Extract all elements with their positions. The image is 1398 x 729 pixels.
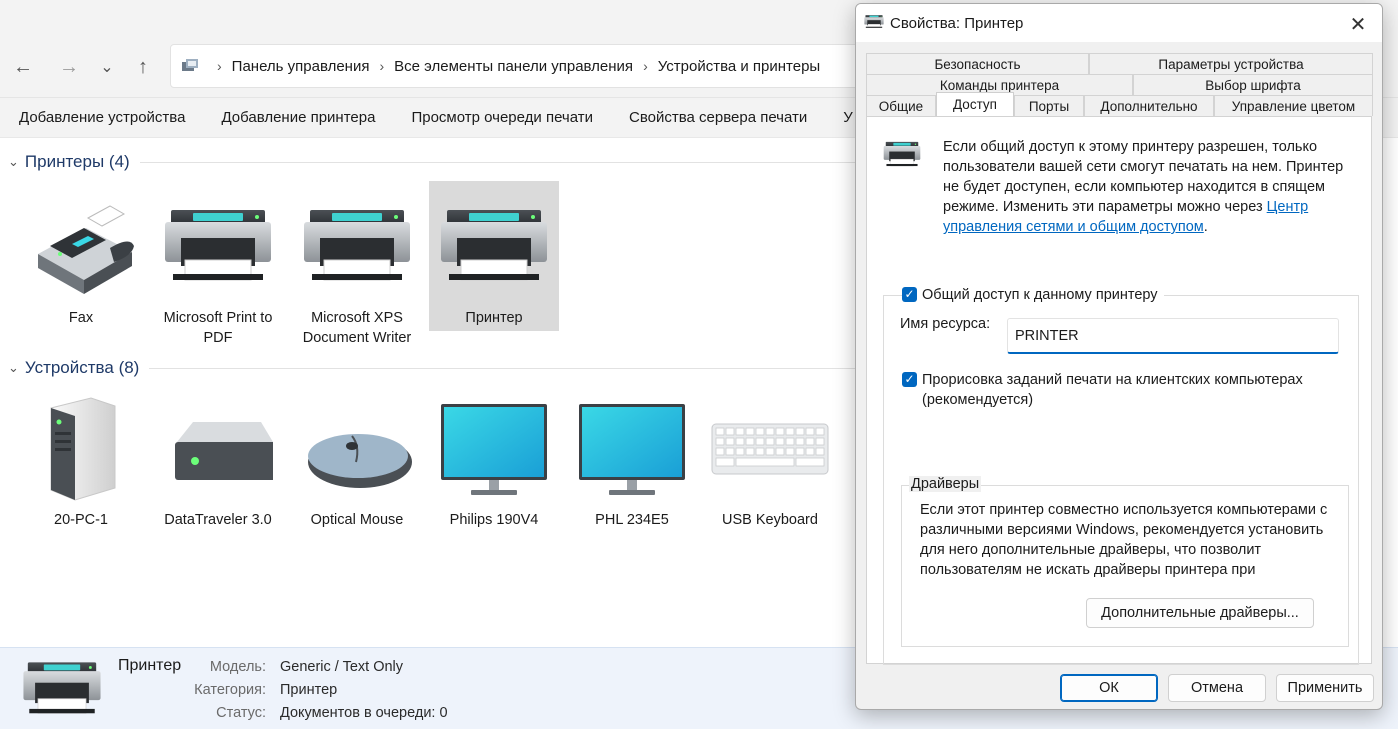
device-item-microsoft-print-to-pdf[interactable]: Microsoft Print to PDF bbox=[153, 182, 283, 346]
device-label: Принтер bbox=[465, 310, 523, 326]
monitor-icon bbox=[441, 404, 547, 495]
fax-icon bbox=[38, 205, 134, 294]
tab-row-1: Безопасность Параметры устройства bbox=[866, 53, 1373, 74]
breadcrumb-separator: › bbox=[379, 58, 385, 74]
drivers-description: Если этот принтер совместно используется… bbox=[920, 502, 1328, 586]
device-item-usb-keyboard[interactable]: USB Keyboard bbox=[705, 392, 835, 534]
devices-group-header[interactable]: ⌄ Устройства (8) bbox=[8, 358, 908, 378]
apply-button[interactable]: Применить bbox=[1276, 674, 1374, 702]
tab-sharing[interactable]: Доступ bbox=[936, 92, 1014, 116]
keyboard-icon bbox=[711, 423, 829, 475]
device-label: Optical Mouse bbox=[310, 512, 404, 528]
tab-row-3: Общие Доступ Порты Дополнительно Управле… bbox=[866, 92, 1373, 116]
truncated-command-button[interactable]: У bbox=[843, 109, 853, 126]
printers-group-header[interactable]: ⌄ Принтеры (4) bbox=[8, 152, 908, 172]
print-queue-button[interactable]: Просмотр очереди печати bbox=[411, 109, 593, 126]
sharing-intro-end: . bbox=[1203, 219, 1208, 235]
device-label: Philips 190V4 bbox=[449, 512, 539, 528]
mouse-icon bbox=[308, 434, 412, 488]
breadcrumb-separator: › bbox=[217, 58, 222, 74]
breadcrumb-control-panel[interactable]: Панель управления bbox=[232, 58, 370, 75]
printer-icon bbox=[302, 208, 412, 288]
details-status-label: Статус: bbox=[216, 705, 266, 721]
dialog-title: Свойства: Принтер bbox=[890, 14, 1024, 32]
address-bar[interactable]: › Панель управления › Все элементы панел… bbox=[170, 44, 870, 88]
share-printer-checkbox[interactable]: ✓ Общий доступ к данному принтеру bbox=[902, 285, 1164, 305]
cancel-button[interactable]: Отмена bbox=[1168, 674, 1266, 702]
sharing-intro: Если общий доступ к этому принтеру разре… bbox=[943, 137, 1353, 237]
device-label: Fax bbox=[68, 310, 94, 326]
details-category-label: Категория: bbox=[194, 682, 266, 698]
details-model-value: Generic / Text Only bbox=[280, 659, 404, 675]
tab-color-management[interactable]: Управление цветом bbox=[1214, 95, 1373, 116]
printer-icon bbox=[22, 660, 102, 720]
up-icon[interactable]: ↑ bbox=[128, 52, 158, 82]
details-category-value: Принтер bbox=[280, 682, 338, 698]
close-icon[interactable]: ✕ bbox=[1344, 10, 1372, 38]
computer-tower-icon bbox=[50, 397, 116, 501]
chevron-down-icon: ⌄ bbox=[8, 154, 19, 169]
render-jobs-label: Прорисовка заданий печати на клиентских … bbox=[922, 372, 1303, 408]
tab-advanced[interactable]: Дополнительно bbox=[1084, 95, 1214, 116]
details-model-label: Модель: bbox=[209, 659, 266, 675]
device-label: 20-PC-1 bbox=[54, 512, 108, 528]
additional-drivers-button[interactable]: Дополнительные драйверы... bbox=[1086, 598, 1314, 628]
devices-group-title: Устройства (8) bbox=[24, 358, 140, 377]
device-label: PHL 234E5 bbox=[595, 512, 669, 528]
device-item-fax[interactable]: Fax bbox=[16, 182, 146, 332]
device-item-printer[interactable]: Принтер bbox=[429, 181, 559, 331]
forward-icon[interactable]: → bbox=[54, 52, 84, 82]
tab-font-selection[interactable]: Выбор шрифта bbox=[1133, 74, 1373, 95]
device-item-phl-monitor[interactable]: PHL 234E5 bbox=[567, 392, 697, 534]
printers-group-title: Принтеры (4) bbox=[24, 152, 130, 171]
drivers-group: Драйверы Если этот принтер совместно исп… bbox=[901, 476, 1349, 647]
recent-dropdown-icon[interactable]: ⌄ bbox=[92, 52, 122, 82]
share-printer-label: Общий доступ к данному принтеру bbox=[922, 287, 1158, 303]
control-panel-icon bbox=[181, 58, 199, 74]
printer-icon bbox=[864, 14, 884, 30]
device-label: Microsoft Print to PDF bbox=[163, 310, 273, 346]
checkbox-checked-icon: ✓ bbox=[902, 287, 917, 302]
resource-name-label: Имя ресурса: bbox=[900, 316, 991, 332]
device-item-optical-mouse[interactable]: Optical Mouse bbox=[292, 392, 422, 534]
device-item-computer[interactable]: 20-PC-1 bbox=[16, 392, 146, 534]
device-item-philips-monitor[interactable]: Philips 190V4 bbox=[429, 392, 559, 534]
device-label: DataTraveler 3.0 bbox=[164, 512, 272, 528]
breadcrumb-separator: › bbox=[643, 58, 648, 74]
group-divider bbox=[149, 367, 908, 369]
tab-device-settings[interactable]: Параметры устройства bbox=[1089, 53, 1373, 74]
details-status-value: Документов в очереди: 0 bbox=[280, 705, 448, 721]
breadcrumb-all-items[interactable]: Все элементы панели управления bbox=[394, 58, 633, 75]
printer-icon bbox=[163, 208, 273, 288]
printer-icon bbox=[439, 208, 549, 288]
checkbox-checked-icon: ✓ bbox=[902, 372, 917, 387]
render-jobs-checkbox[interactable]: ✓ Прорисовка заданий печати на клиентски… bbox=[902, 370, 1342, 410]
breadcrumb-devices-printers[interactable]: Устройства и принтеры bbox=[658, 58, 820, 75]
add-device-button[interactable]: Добавление устройства bbox=[19, 109, 185, 126]
device-item-datatraveler[interactable]: DataTraveler 3.0 bbox=[153, 392, 283, 534]
ok-button[interactable]: ОК bbox=[1060, 674, 1158, 702]
drive-icon bbox=[175, 422, 273, 480]
drivers-legend: Драйверы bbox=[909, 476, 982, 492]
printer-icon bbox=[883, 141, 921, 169]
dialog-titlebar[interactable]: Свойства: Принтер bbox=[856, 4, 1382, 42]
back-icon[interactable]: ← bbox=[8, 52, 38, 82]
chevron-down-icon: ⌄ bbox=[8, 360, 19, 375]
tab-general[interactable]: Общие bbox=[866, 95, 936, 116]
device-label: USB Keyboard bbox=[722, 512, 818, 528]
device-label: Microsoft XPS Document Writer bbox=[302, 310, 412, 346]
tab-ports[interactable]: Порты bbox=[1014, 95, 1084, 116]
group-divider bbox=[139, 161, 908, 163]
tab-security[interactable]: Безопасность bbox=[866, 53, 1089, 74]
print-server-properties-button[interactable]: Свойства сервера печати bbox=[629, 109, 807, 126]
monitor-icon bbox=[579, 404, 685, 495]
resource-name-input[interactable]: PRINTER bbox=[1007, 318, 1339, 354]
device-item-microsoft-xps-writer[interactable]: Microsoft XPS Document Writer bbox=[292, 182, 422, 346]
printer-properties-dialog: Свойства: Принтер ✕ Безопасность Парамет… bbox=[855, 3, 1383, 710]
add-printer-button[interactable]: Добавление принтера bbox=[221, 109, 375, 126]
